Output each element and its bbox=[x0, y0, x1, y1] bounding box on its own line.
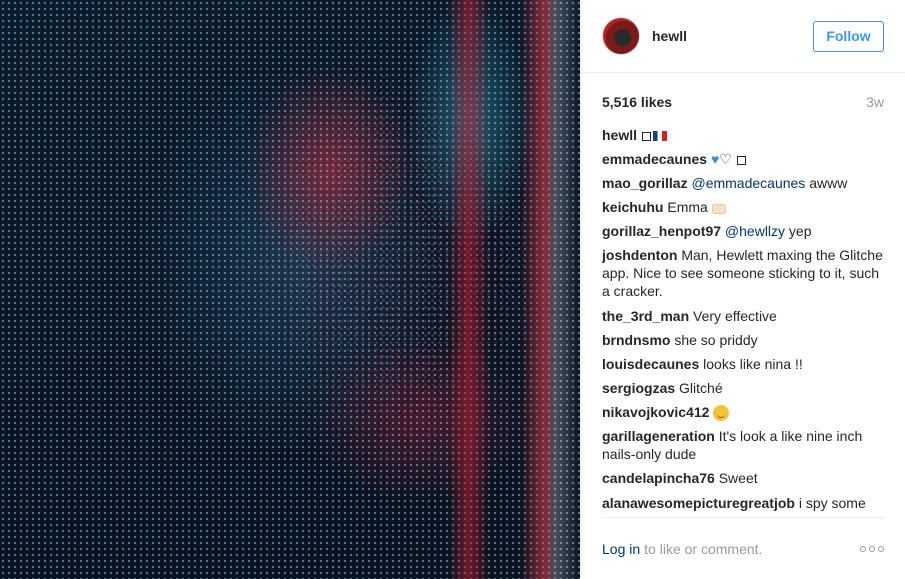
white-heart-icon: ♡ bbox=[719, 151, 732, 168]
comment-item: joshdenton Man, Hewlett maxing the Glitc… bbox=[602, 246, 884, 300]
image-stripe-red bbox=[448, 0, 490, 579]
comment-text: Very effective bbox=[689, 307, 777, 324]
missing-glyph-icon bbox=[641, 131, 651, 141]
image-dots-red bbox=[0, 0, 580, 579]
login-link[interactable]: Log in bbox=[602, 541, 640, 557]
comment-item: louisdecaunes looks like nina !! bbox=[602, 355, 884, 373]
comment-text: i spy some bbox=[794, 494, 866, 511]
avatar[interactable] bbox=[602, 17, 640, 55]
comment-text: she so priddy bbox=[670, 331, 758, 348]
comment-username[interactable]: brndnsmo bbox=[602, 332, 670, 348]
comment-item: the_3rd_man Very effective bbox=[602, 307, 884, 325]
image-stripe-cyan bbox=[520, 0, 580, 579]
comment-text: awww bbox=[805, 175, 848, 192]
comment-username[interactable]: gorillaz_henpot97 bbox=[602, 223, 721, 239]
comment-text: Emma bbox=[663, 199, 712, 216]
more-dot bbox=[860, 545, 866, 552]
post-time[interactable]: 3w bbox=[866, 94, 884, 110]
comments-list: hewll emmadecaunes ♥♡ mao_gorillaz @emma… bbox=[602, 126, 884, 518]
comment-username[interactable]: nikavojkovic412 bbox=[602, 404, 709, 420]
comment-item: alanawesomepicturegreatjob i spy some bbox=[602, 494, 884, 512]
france-flag-icon bbox=[652, 131, 667, 142]
comment-text: Glitché bbox=[675, 379, 723, 396]
comment-username[interactable]: joshdenton bbox=[602, 247, 677, 263]
comment-item: candelapincha76 Sweet bbox=[602, 469, 884, 487]
comment-username[interactable]: keichuhu bbox=[602, 199, 663, 215]
comment-username[interactable]: hewll bbox=[602, 127, 637, 143]
smile-emoji-icon bbox=[713, 405, 730, 422]
likes-count[interactable]: 5,516 likes bbox=[602, 94, 672, 110]
comment-mention-link[interactable]: @hewllzy bbox=[725, 223, 785, 239]
instagram-post: hewll Follow 5,516 likes 3w hewll emmade… bbox=[0, 0, 905, 579]
missing-glyph-icon bbox=[736, 155, 746, 165]
comment-item: garillageneration It's look a like nine … bbox=[602, 427, 884, 463]
comment-text: yep bbox=[785, 223, 812, 240]
comment-username[interactable]: louisdecaunes bbox=[602, 356, 699, 372]
login-prompt-text: to like or comment. bbox=[644, 540, 763, 557]
more-options-icon[interactable] bbox=[860, 545, 884, 552]
comment-item: keichuhu Emma bbox=[602, 198, 884, 216]
comment-username[interactable]: alanawesomepicturegreatjob bbox=[602, 495, 795, 511]
post-side-panel: hewll Follow 5,516 likes 3w hewll emmade… bbox=[580, 0, 905, 579]
comment-item: gorillaz_henpot97 @hewllzy yep bbox=[602, 222, 884, 240]
comment-item: nikavojkovic412 bbox=[602, 403, 884, 422]
post-stats: 5,516 likes 3w bbox=[602, 73, 884, 131]
comment-username[interactable]: the_3rd_man bbox=[602, 308, 689, 324]
more-dot bbox=[869, 545, 875, 552]
comment-text: looks like nina !! bbox=[699, 355, 803, 372]
comment-item: brndnsmo she so priddy bbox=[602, 331, 884, 349]
comment-text: Sweet bbox=[714, 470, 758, 487]
post-header: hewll Follow bbox=[581, 0, 905, 73]
comment-username[interactable]: candelapincha76 bbox=[602, 470, 715, 486]
comment-username[interactable]: mao_gorillaz bbox=[602, 175, 688, 191]
comment-username[interactable]: sergiogzas bbox=[602, 380, 675, 396]
comment-item: sergiogzas Glitché bbox=[602, 379, 884, 397]
comment-item: hewll bbox=[602, 126, 884, 144]
post-image[interactable] bbox=[0, 0, 580, 579]
comment-mention-link[interactable]: @emmadecaunes bbox=[691, 175, 805, 191]
comment-username[interactable]: emmadecaunes bbox=[602, 151, 707, 167]
comment-item: mao_gorillaz @emmadecaunes awww bbox=[602, 174, 884, 192]
post-footer: Log in to like or comment. bbox=[602, 518, 884, 579]
comment-item: emmadecaunes ♥♡ bbox=[602, 150, 884, 168]
follow-button[interactable]: Follow bbox=[813, 20, 884, 52]
header-username[interactable]: hewll bbox=[652, 28, 687, 44]
pointing-hand-icon bbox=[711, 203, 726, 214]
comment-username[interactable]: garillageneration bbox=[602, 428, 715, 444]
more-dot bbox=[878, 545, 884, 552]
